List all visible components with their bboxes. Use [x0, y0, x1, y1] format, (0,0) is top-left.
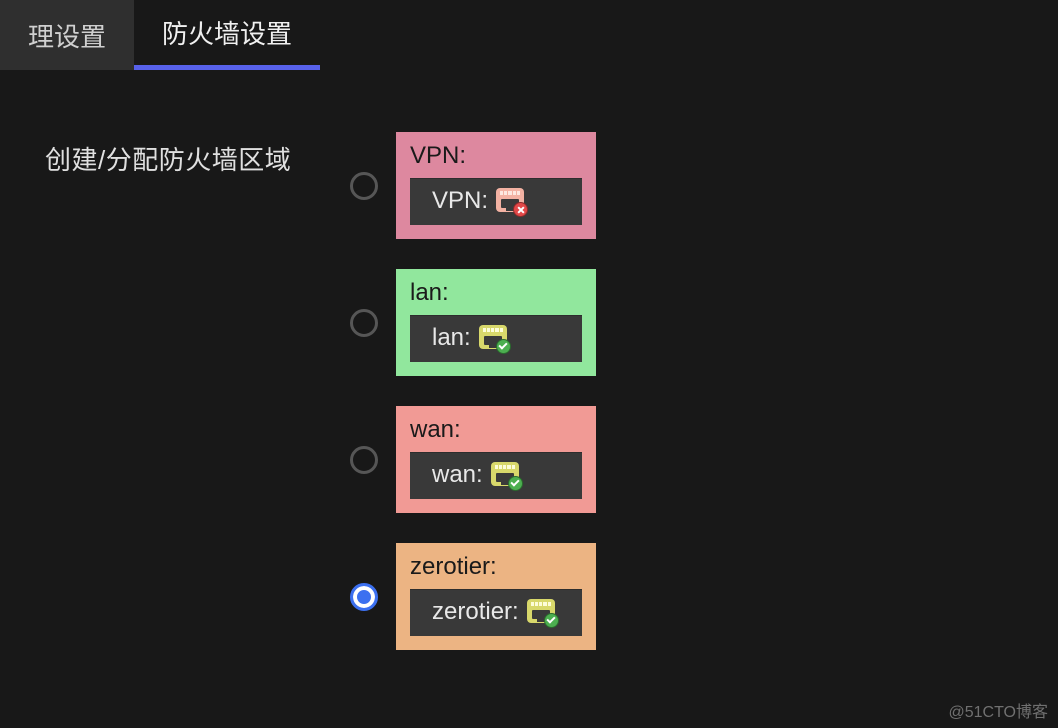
zone-row-lan: lan: lan: — [350, 269, 596, 376]
content-area: 创建/分配防火墙区域 VPN: VPN: lan: lan: wan: wan: zerot… — [0, 70, 1058, 650]
zone-inner-label: VPN: — [432, 187, 488, 215]
zone-title: zerotier: — [410, 553, 582, 581]
zone-title: VPN: — [410, 142, 582, 170]
zone-inner-label: zerotier: — [432, 598, 519, 626]
zone-radio-wan[interactable] — [350, 446, 378, 474]
zone-card-lan[interactable]: lan: lan: — [396, 269, 596, 376]
zone-card-wan[interactable]: wan: wan: — [396, 406, 596, 513]
zone-card-vpn[interactable]: VPN: VPN: — [396, 132, 596, 239]
zone-radio-zerotier[interactable] — [350, 583, 378, 611]
zone-inner: wan: — [410, 452, 582, 499]
ethernet-port-icon — [491, 462, 519, 488]
status-error-icon — [513, 202, 528, 217]
status-ok-icon — [496, 339, 511, 354]
status-ok-icon — [544, 613, 559, 628]
zone-inner: VPN: — [410, 178, 582, 225]
zone-row-vpn: VPN: VPN: — [350, 132, 596, 239]
zone-title: lan: — [410, 279, 582, 307]
zone-inner-label: wan: — [432, 461, 483, 489]
watermark: @51CTO博客 — [948, 698, 1048, 722]
tab-firewall-settings[interactable]: 防火墙设置 — [134, 0, 320, 70]
status-ok-icon — [508, 476, 523, 491]
tabs-container: 理设置 防火墙设置 — [0, 0, 1058, 70]
zone-row-wan: wan: wan: — [350, 406, 596, 513]
tab-settings-partial[interactable]: 理设置 — [0, 0, 134, 70]
zone-radio-vpn[interactable] — [350, 172, 378, 200]
ethernet-port-icon — [527, 599, 555, 625]
ethernet-port-icon — [479, 325, 507, 351]
zone-section-label: 创建/分配防火墙区域 — [45, 140, 350, 177]
zone-inner-label: lan: — [432, 324, 471, 352]
zone-row-zerotier: zerotier: zerotier: — [350, 543, 596, 650]
zone-inner: lan: — [410, 315, 582, 362]
label-column: 创建/分配防火墙区域 — [45, 132, 350, 650]
zone-inner: zerotier: — [410, 589, 582, 636]
zones-list: VPN:VPN:lan:lan:wan:wan:zerotier:zerotie… — [350, 132, 596, 650]
zone-radio-lan[interactable] — [350, 309, 378, 337]
zone-card-zerotier[interactable]: zerotier: zerotier: — [396, 543, 596, 650]
zone-title: wan: — [410, 416, 582, 444]
ethernet-port-icon — [496, 188, 524, 214]
